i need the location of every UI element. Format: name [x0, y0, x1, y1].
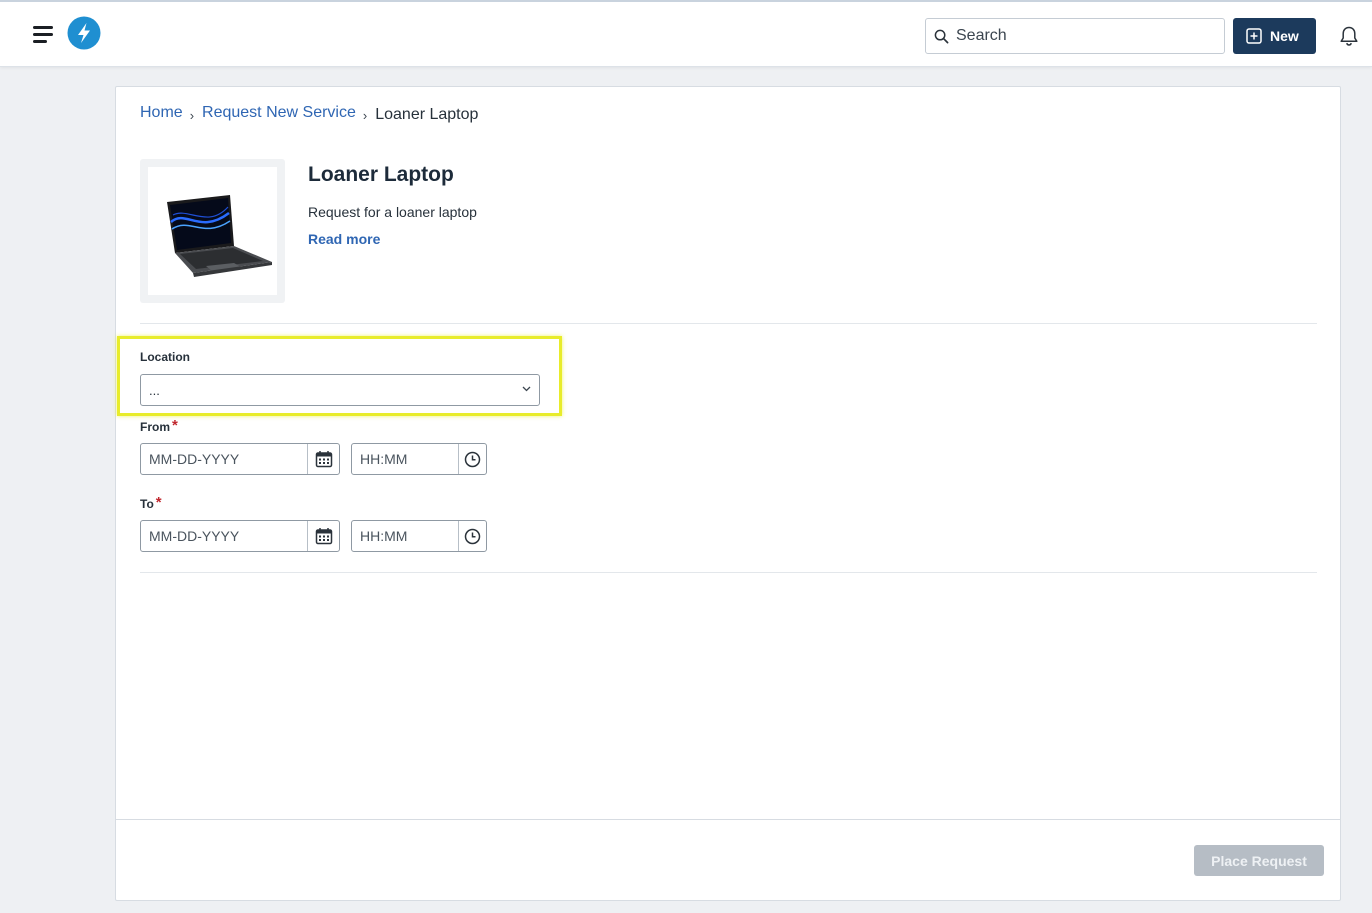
- top-navigation-bar: New: [0, 0, 1372, 67]
- location-select-value: ...: [149, 382, 160, 398]
- required-asterisk: *: [172, 417, 178, 434]
- breadcrumb-current: Loaner Laptop: [375, 106, 479, 123]
- from-date-field[interactable]: [140, 443, 340, 475]
- to-date-input[interactable]: [141, 521, 307, 551]
- from-clock-button[interactable]: [458, 444, 486, 474]
- chevron-right-icon: ›: [362, 107, 368, 123]
- to-label: To *: [140, 494, 162, 512]
- laptop-image: [167, 195, 272, 277]
- section-divider: [140, 323, 1317, 324]
- form-bottom-divider: [140, 572, 1317, 573]
- plus-square-icon: [1246, 28, 1262, 44]
- item-image-frame: [140, 159, 285, 303]
- location-label: Location: [140, 350, 190, 364]
- from-date-input[interactable]: [141, 444, 307, 474]
- chevron-down-icon: [522, 386, 531, 392]
- required-asterisk: *: [155, 494, 162, 511]
- from-calendar-button[interactable]: [307, 444, 339, 474]
- read-more-link[interactable]: Read more: [308, 231, 380, 247]
- hamburger-menu-icon[interactable]: [33, 26, 55, 44]
- to-date-field[interactable]: [140, 520, 340, 552]
- to-label-text: To: [140, 497, 154, 511]
- from-time-field[interactable]: [351, 443, 487, 475]
- location-select[interactable]: ...: [140, 374, 540, 406]
- search-input[interactable]: [956, 27, 1206, 45]
- new-button-label: New: [1270, 28, 1299, 44]
- new-button[interactable]: New: [1233, 18, 1316, 54]
- to-clock-button[interactable]: [458, 521, 486, 551]
- bell-icon[interactable]: [1338, 25, 1360, 47]
- to-calendar-button[interactable]: [307, 521, 339, 551]
- service-request-card: Home › Request New Service › Loaner Lapt…: [115, 86, 1341, 901]
- calendar-icon: [315, 451, 332, 468]
- calendar-icon: [315, 528, 332, 545]
- from-time-input[interactable]: [352, 444, 458, 474]
- search-box[interactable]: [925, 18, 1225, 54]
- item-description: Request for a loaner laptop: [308, 204, 477, 220]
- breadcrumb-home-link[interactable]: Home: [140, 104, 183, 122]
- lightning-bolt-logo-icon[interactable]: [67, 16, 101, 50]
- breadcrumb: Home › Request New Service › Loaner Lapt…: [140, 104, 479, 123]
- to-time-input[interactable]: [352, 521, 458, 551]
- place-request-button[interactable]: Place Request: [1194, 845, 1324, 876]
- clock-icon: [464, 528, 481, 544]
- to-time-field[interactable]: [351, 520, 487, 552]
- breadcrumb-request-new-service-link[interactable]: Request New Service: [202, 104, 356, 122]
- from-label: From *: [140, 417, 178, 435]
- chevron-right-icon: ›: [189, 107, 195, 123]
- item-title: Loaner Laptop: [308, 163, 454, 186]
- from-label-text: From: [140, 420, 170, 434]
- search-icon: [934, 29, 949, 43]
- footer-divider: [116, 819, 1340, 820]
- clock-icon: [464, 451, 481, 467]
